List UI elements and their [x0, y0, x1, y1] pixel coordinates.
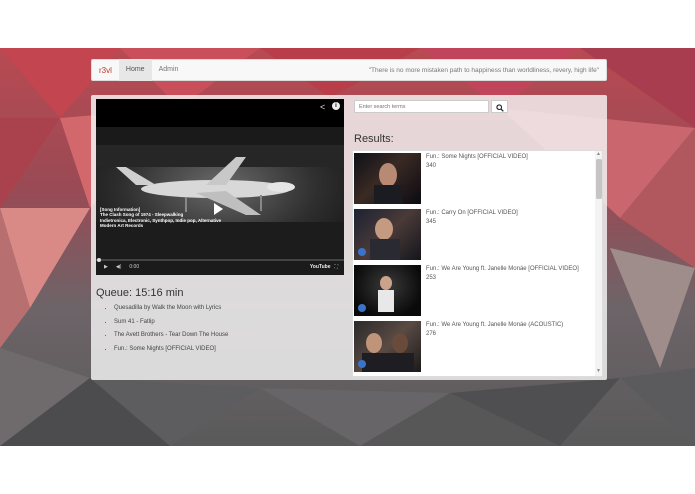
header-quote: "There is no more mistaken path to happi…	[368, 66, 599, 74]
result-title[interactable]: Fun.: Some Nights [OFFICIAL VIDEO]	[426, 154, 528, 160]
queue-item[interactable]: Quesadilla by Walk the Moon with Lyrics	[114, 302, 228, 316]
results-scrollbar[interactable]: ▲ ▼	[595, 151, 602, 376]
result-title[interactable]: Fun.: Carry On [OFFICIAL VIDEO]	[426, 210, 518, 216]
queue-list: Quesadilla by Walk the Moon with Lyrics …	[100, 302, 228, 356]
play-control-icon[interactable]: ▶	[104, 264, 108, 270]
info-icon[interactable]: i	[332, 102, 340, 110]
video-frame	[96, 127, 344, 259]
queue-item[interactable]: Fun.: Some Nights [OFFICIAL VIDEO]	[114, 343, 228, 357]
result-views: 340	[426, 163, 437, 169]
youtube-logo[interactable]: YouTube	[310, 264, 331, 270]
scroll-down-icon[interactable]: ▼	[596, 368, 601, 374]
result-item[interactable]: Fun.: Some Nights [OFFICIAL VIDEO] 340	[353, 151, 593, 204]
fullscreen-icon[interactable]: ⛶	[334, 264, 338, 270]
song-info-overlay: [Song Information] The Clash Song of 197…	[100, 207, 221, 229]
result-thumbnail[interactable]	[354, 209, 421, 260]
result-item[interactable]: Fun.: Carry On [OFFICIAL VIDEO] 345	[353, 207, 593, 260]
search-button[interactable]	[491, 100, 508, 113]
video-player[interactable]: < i [Song Information] The Clash Song of…	[96, 99, 344, 275]
progress-bar[interactable]	[96, 257, 344, 262]
player-top-bar	[96, 99, 344, 127]
result-item[interactable]: Fun.: We Are Young ft. Janelle Monáe (AC…	[353, 319, 593, 372]
result-title[interactable]: Fun.: We Are Young ft. Janelle Monáe [OF…	[426, 266, 579, 272]
result-views: 345	[426, 219, 437, 225]
brand-logo[interactable]: r3vl	[92, 66, 119, 75]
search-icon	[496, 103, 504, 112]
result-title[interactable]: Fun.: We Are Young ft. Janelle Monáe (AC…	[426, 322, 563, 328]
queue-item[interactable]: Sum 41 - Fatlip	[114, 316, 228, 330]
nav-link-home[interactable]: Home	[118, 59, 152, 81]
result-views: 276	[426, 331, 437, 337]
result-item[interactable]: Fun.: We Are Young ft. Janelle Monáe [OF…	[353, 263, 593, 316]
search-input[interactable]	[354, 100, 489, 113]
queue-title: Queue: 15:16 min	[96, 287, 184, 299]
result-thumbnail[interactable]	[354, 321, 421, 372]
player-controls: ▶ ◀) 0:00 YouTube ⛶	[96, 259, 344, 275]
queue-item[interactable]: The Avett Brothers - Tear Down The House	[114, 329, 228, 343]
volume-icon[interactable]: ◀)	[116, 264, 122, 270]
result-thumbnail[interactable]	[354, 265, 421, 316]
share-icon[interactable]: <	[320, 102, 325, 112]
results-list: Fun.: Some Nights [OFFICIAL VIDEO] 340 F…	[352, 150, 603, 377]
result-thumbnail[interactable]	[354, 153, 421, 204]
result-views: 253	[426, 275, 437, 281]
navbar: r3vl Home Admin "There is no more mistak…	[91, 59, 607, 81]
scroll-up-icon[interactable]: ▲	[596, 151, 601, 157]
song-info-line: Modern Art Records	[100, 223, 144, 229]
results-title: Results:	[354, 133, 394, 145]
time-display: 0:00	[129, 264, 140, 270]
scrollbar-thumb[interactable]	[596, 159, 602, 199]
progress-knob[interactable]	[97, 257, 101, 262]
nav-link-admin[interactable]: Admin	[152, 59, 186, 81]
jet-airplane-image	[96, 127, 344, 259]
